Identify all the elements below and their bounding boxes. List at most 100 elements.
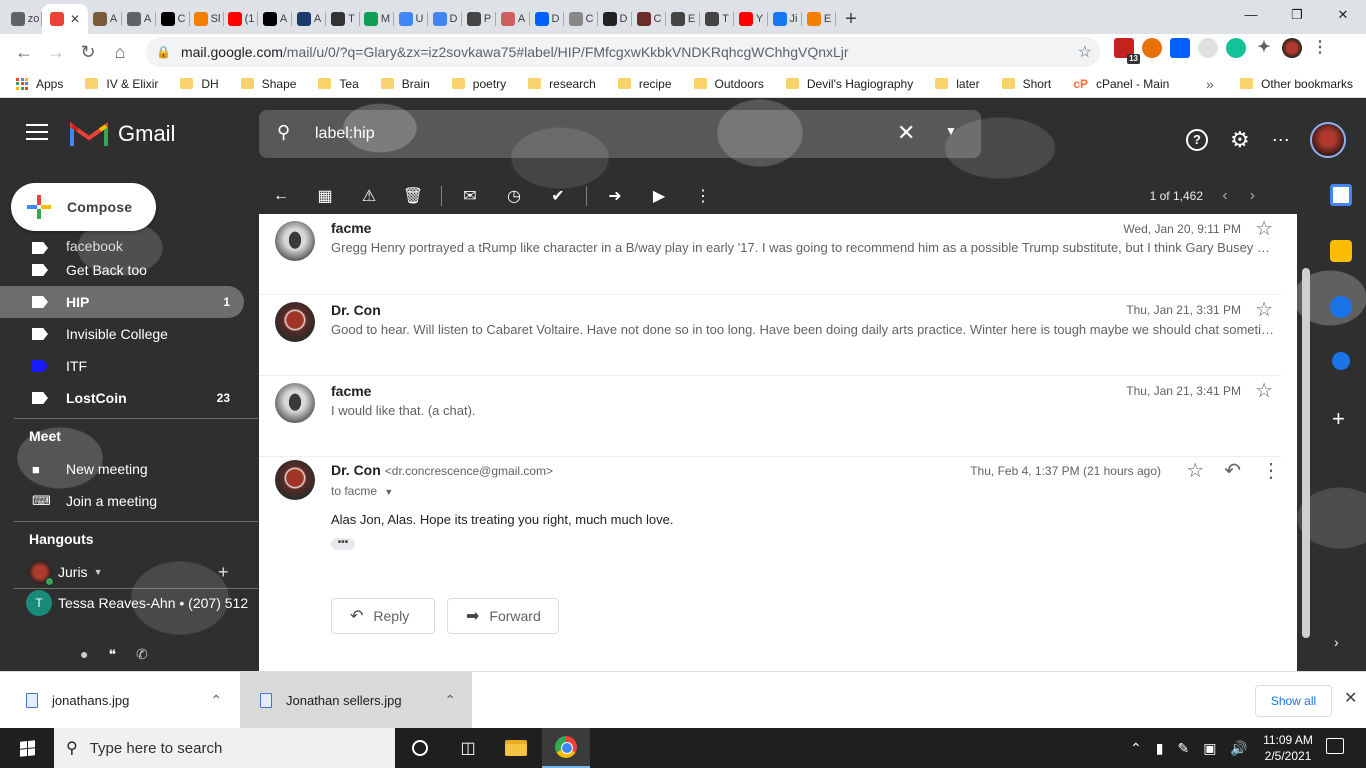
profile-avatar[interactable]	[1282, 38, 1302, 58]
browser-tab[interactable]: C	[564, 4, 598, 34]
close-tab-icon[interactable]: ✕	[70, 12, 80, 26]
browser-tab[interactable]: ✕	[42, 4, 88, 34]
show-trimmed-content-icon[interactable]: •••	[331, 538, 355, 550]
bookmark-folder[interactable]: IV & Elixir	[85, 77, 158, 91]
reload-button[interactable]: ↻	[72, 36, 104, 68]
google-apps-icon[interactable]: ⋯	[1272, 130, 1290, 151]
archive-icon[interactable]: ▦	[303, 186, 347, 206]
main-menu-icon[interactable]	[26, 124, 48, 140]
browser-tab[interactable]: (1	[224, 4, 258, 34]
browser-tab[interactable]: Y	[734, 4, 768, 34]
bookmark-folder[interactable]: Short	[1001, 77, 1051, 91]
person-icon[interactable]: ●	[80, 646, 88, 663]
tasks-icon[interactable]	[1330, 296, 1352, 318]
chat-bubble-icon[interactable]: ❝	[108, 646, 116, 663]
calendar-icon[interactable]	[1330, 184, 1352, 206]
sidebar-label-item[interactable]: ITF	[0, 350, 244, 382]
sidebar-label-item[interactable]: Get Back too	[0, 254, 244, 286]
side-panel-chevron-icon[interactable]: ›	[1334, 634, 1339, 650]
browser-tab[interactable]: T	[326, 4, 360, 34]
notification-icon[interactable]	[1326, 738, 1344, 754]
browser-tab[interactable]: P	[462, 4, 496, 34]
bookmark-folder[interactable]: DH	[180, 77, 219, 91]
maximize-icon[interactable]: ❐	[1274, 0, 1320, 30]
help-icon[interactable]: ?	[1186, 129, 1208, 151]
orange-extension-icon[interactable]	[1142, 38, 1162, 58]
browser-tab[interactable]: Ji	[768, 4, 802, 34]
browser-tab[interactable]: E	[802, 4, 836, 34]
pen-icon[interactable]: ✎	[1177, 740, 1189, 757]
gray-extension-icon[interactable]	[1198, 38, 1218, 58]
cortana-button[interactable]	[396, 728, 444, 768]
add-addon-plus-icon[interactable]: +	[1332, 406, 1345, 432]
report-spam-icon[interactable]: ⚠	[347, 186, 391, 206]
bookmarks-overflow-icon[interactable]: »	[1206, 76, 1214, 92]
sender-avatar[interactable]	[275, 302, 315, 342]
bookmark-cpanel[interactable]: cP cPanel - Main	[1073, 77, 1169, 91]
browser-tab[interactable]: A	[88, 4, 122, 34]
sidebar-label-item[interactable]: Invisible College	[0, 318, 244, 350]
address-bar[interactable]: 🔒 mail.google.com/mail/u/0/?q=Glary&zx=i…	[146, 37, 1100, 67]
clear-search-icon[interactable]: ✕	[897, 120, 915, 146]
bookmark-folder[interactable]: later	[935, 77, 980, 91]
sender-avatar[interactable]	[275, 221, 315, 261]
home-button[interactable]: ⌂	[104, 36, 136, 68]
chevron-up-icon[interactable]: ⌃	[210, 692, 222, 709]
chevron-down-icon[interactable]: ▼	[94, 567, 103, 577]
keep-icon[interactable]	[1330, 240, 1352, 262]
sidebar-label-item[interactable]: LostCoin 23	[0, 382, 244, 414]
delete-icon[interactable]: 🗑	[391, 186, 435, 206]
chevron-down-icon[interactable]: ▼	[384, 487, 393, 497]
bookmark-star-icon[interactable]: ☆	[1078, 42, 1092, 62]
star-icon[interactable]: ☆	[1186, 458, 1204, 483]
new-tab-button[interactable]: +	[836, 4, 866, 34]
task-view-button[interactable]: ◫	[444, 728, 492, 768]
search-options-icon[interactable]: ▼	[945, 124, 957, 138]
account-avatar[interactable]	[1309, 122, 1346, 158]
puzzle-extensions-icon[interactable]: ✦	[1254, 38, 1274, 58]
pager-arrows[interactable]: ‹›	[1222, 187, 1277, 205]
bookmark-folder[interactable]: Shape	[240, 77, 296, 91]
hangouts-user[interactable]: Juris ▼ +	[0, 556, 258, 588]
dropbox-extension-icon[interactable]	[1170, 38, 1190, 58]
bookmark-folder[interactable]: Outdoors	[693, 77, 764, 91]
close-window-icon[interactable]: ✕	[1320, 0, 1366, 30]
thread-message[interactable]: facme I would like that. (a chat). Thu, Ja…	[259, 376, 1281, 457]
browser-tab[interactable]: C	[632, 4, 666, 34]
taskbar-search[interactable]: ⚲ Type here to search	[54, 728, 395, 768]
file-explorer-button[interactable]	[492, 728, 540, 768]
bookmark-folder[interactable]: Tea	[318, 77, 359, 91]
browser-tab[interactable]: A	[496, 4, 530, 34]
volume-icon[interactable]: 🔊	[1230, 740, 1247, 757]
bookmark-folder[interactable]: poetry	[451, 77, 506, 91]
search-icon[interactable]: ⚲	[277, 122, 290, 143]
add-task-icon[interactable]: ✔	[536, 186, 580, 206]
chrome-taskbar-button[interactable]	[542, 728, 590, 768]
phone-icon[interactable]: ✆	[136, 646, 148, 663]
reading-pane-scrollbar[interactable]	[1302, 268, 1310, 638]
thread-message[interactable]: Dr. Con Good to hear. Will listen to Caba…	[259, 295, 1281, 376]
forward-button[interactable]: →	[40, 36, 72, 68]
bookmark-folder[interactable]: recipe	[617, 77, 672, 91]
sender-name[interactable]: Dr. Con	[331, 462, 381, 478]
mark-unread-icon[interactable]: ✉	[448, 186, 492, 206]
move-to-icon[interactable]: ➜	[593, 186, 637, 206]
bookmark-folder[interactable]: Devil's Hagiography	[785, 77, 913, 91]
back-to-list-icon[interactable]: ←	[259, 187, 303, 205]
grammarly-extension-icon[interactable]	[1226, 38, 1246, 58]
more-options-icon[interactable]: ⋮	[681, 186, 725, 206]
star-icon[interactable]: ☆	[1255, 378, 1273, 403]
browser-tab[interactable]: T	[700, 4, 734, 34]
browser-tab[interactable]: E	[666, 4, 700, 34]
hangouts-contact[interactable]: T Tessa Reaves-Ahn • (207) 512	[0, 589, 258, 617]
bookmark-folder[interactable]: Brain	[380, 77, 430, 91]
browser-tab[interactable]: C	[156, 4, 190, 34]
browser-tab[interactable]: U	[394, 4, 428, 34]
sidebar-label-item[interactable]: HIP 1	[0, 286, 244, 318]
chevron-up-icon[interactable]: ⌃	[444, 692, 456, 709]
chrome-menu-icon[interactable]: ⋮	[1310, 38, 1330, 58]
minimize-icon[interactable]: —	[1228, 0, 1274, 30]
star-icon[interactable]: ☆	[1255, 297, 1273, 322]
browser-tab[interactable]: zo	[8, 4, 42, 34]
mail-search-box[interactable]: ⚲ ✕ ▼	[259, 110, 981, 158]
